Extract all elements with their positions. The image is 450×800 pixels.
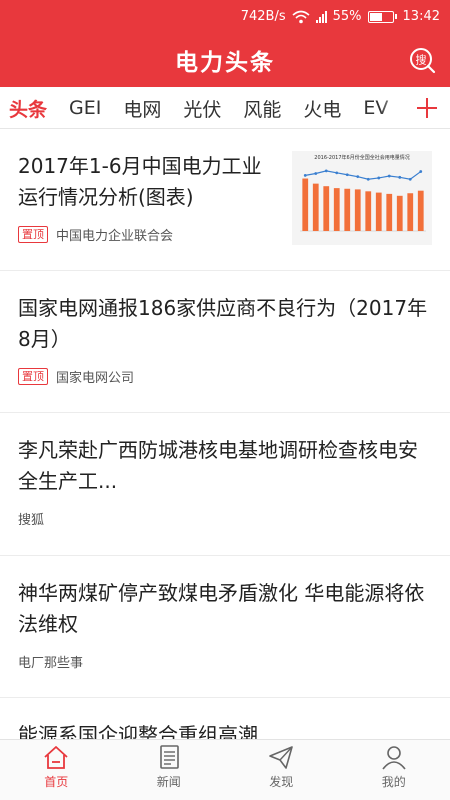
thumbnail-bar xyxy=(417,190,424,231)
thumbnail-bar xyxy=(375,192,382,231)
nav-news-label: 新闻 xyxy=(156,775,181,789)
plus-icon xyxy=(417,98,437,118)
tab-wind[interactable]: 风能 xyxy=(243,95,281,122)
thumbnail-bar xyxy=(344,188,351,231)
tabs-fade xyxy=(380,87,404,128)
profile-icon xyxy=(382,746,406,770)
news-icon xyxy=(159,745,179,769)
news-feed: 2017年1-6月中国电力工业运行情况分析(图表) 置顶 中国电力企业联合会 2… xyxy=(0,129,450,739)
news-title: 李凡荣赴广西防城港核电基地调研检查核电安全生产工... xyxy=(18,438,418,493)
tab-gei[interactable]: GEI xyxy=(69,97,101,119)
clock: 13:42 xyxy=(402,9,440,24)
add-tab-button[interactable] xyxy=(404,87,450,128)
news-source: 搜狐 xyxy=(18,513,45,528)
thumbnail-bar xyxy=(386,193,393,231)
thumbnail-point xyxy=(398,175,402,179)
thumbnail-point xyxy=(335,171,339,175)
news-meta: 置顶 国家电网公司 xyxy=(18,367,432,386)
battery-percent: 55% xyxy=(332,9,362,24)
thumbnail-line xyxy=(305,170,422,180)
search-icon[interactable]: 搜 xyxy=(408,46,436,74)
thumbnail-point xyxy=(303,174,307,177)
news-title: 国家电网通报186家供应商不良行为（2017年8月） xyxy=(18,296,428,351)
wifi-icon xyxy=(292,10,310,23)
category-tabs: 头条 GEI 电网 光伏 风能 火电 EV xyxy=(0,87,450,129)
nav-news[interactable]: 新闻 xyxy=(113,740,226,800)
battery-icon xyxy=(367,10,397,23)
thumbnail-bar xyxy=(333,188,340,231)
status-bar: 742B/s 55% 13:42 xyxy=(0,0,450,33)
tab-headlines[interactable]: 头条 xyxy=(9,95,47,122)
thumbnail-bar xyxy=(354,189,361,231)
pinned-badge: 置顶 xyxy=(18,368,48,385)
thumbnail-bar xyxy=(396,195,403,231)
news-title: 神华两煤矿停产致煤电矛盾激化 华电能源将依法维权 xyxy=(18,581,425,636)
network-speed: 742B/s xyxy=(240,9,286,24)
thumbnail-point xyxy=(377,176,381,180)
app-bar: 电力头条 搜 xyxy=(0,33,450,87)
thumbnail-point xyxy=(387,174,391,178)
news-item[interactable]: 李凡荣赴广西防城港核电基地调研检查核电安全生产工... 搜狐 xyxy=(0,413,450,556)
nav-home-label: 首页 xyxy=(44,775,69,789)
news-item[interactable]: 国家电网通报186家供应商不良行为（2017年8月） 置顶 国家电网公司 xyxy=(0,271,450,413)
nav-discover-label: 发现 xyxy=(269,775,294,789)
news-item[interactable]: 2017年1-6月中国电力工业运行情况分析(图表) 置顶 中国电力企业联合会 2… xyxy=(0,129,450,271)
nav-home[interactable]: 首页 xyxy=(0,740,113,800)
pinned-badge: 置顶 xyxy=(18,226,48,243)
thumbnail-point xyxy=(356,175,360,179)
thumbnail-bar xyxy=(312,183,319,231)
news-meta: 搜狐 xyxy=(18,509,432,528)
tab-thermal[interactable]: 火电 xyxy=(303,95,341,122)
thumbnail-point xyxy=(419,170,423,173)
signal-icon xyxy=(315,10,327,23)
news-title: 2017年1-6月中国电力工业运行情况分析(图表) xyxy=(18,154,262,209)
thumbnail-bar xyxy=(365,191,372,231)
news-meta: 电厂那些事 xyxy=(18,652,432,671)
thumbnail-point xyxy=(314,172,318,175)
home-icon xyxy=(44,746,68,769)
discover-icon xyxy=(269,746,294,769)
news-title: 能源系国企迎整合重组高潮 xyxy=(18,723,258,739)
news-source: 中国电力企业联合会 xyxy=(56,229,174,244)
bottom-nav: 首页 新闻 发现 我的 xyxy=(0,739,450,800)
nav-profile-label: 我的 xyxy=(381,775,406,789)
news-item[interactable]: 能源系国企迎整合重组高潮 xyxy=(0,698,450,739)
news-source: 电厂那些事 xyxy=(18,656,84,671)
news-item[interactable]: 神华两煤矿停产致煤电矛盾激化 华电能源将依法维权 电厂那些事 xyxy=(0,556,450,698)
thumbnail-point xyxy=(408,177,412,181)
thumbnail-bar xyxy=(302,178,309,231)
news-thumbnail: 2016-2017年6月份全国全社会用电量情况 xyxy=(292,151,432,245)
thumbnail-bar xyxy=(323,186,330,231)
thumbnail-chart xyxy=(300,169,426,232)
nav-discover[interactable]: 发现 xyxy=(225,740,338,800)
nav-profile[interactable]: 我的 xyxy=(338,740,450,800)
thumbnail-chart-title: 2016-2017年6月份全国全社会用电量情况 xyxy=(314,155,410,161)
tab-solar[interactable]: 光伏 xyxy=(183,95,221,122)
thumbnail-point xyxy=(324,169,328,173)
thumbnail-point xyxy=(345,173,349,177)
tab-grid[interactable]: 电网 xyxy=(123,95,161,122)
thumbnail-point xyxy=(366,177,370,181)
app-title: 电力头条 xyxy=(175,50,275,76)
thumbnail-bar xyxy=(407,193,414,231)
search-icon-label: 搜 xyxy=(416,53,427,67)
news-source: 国家电网公司 xyxy=(56,371,135,386)
